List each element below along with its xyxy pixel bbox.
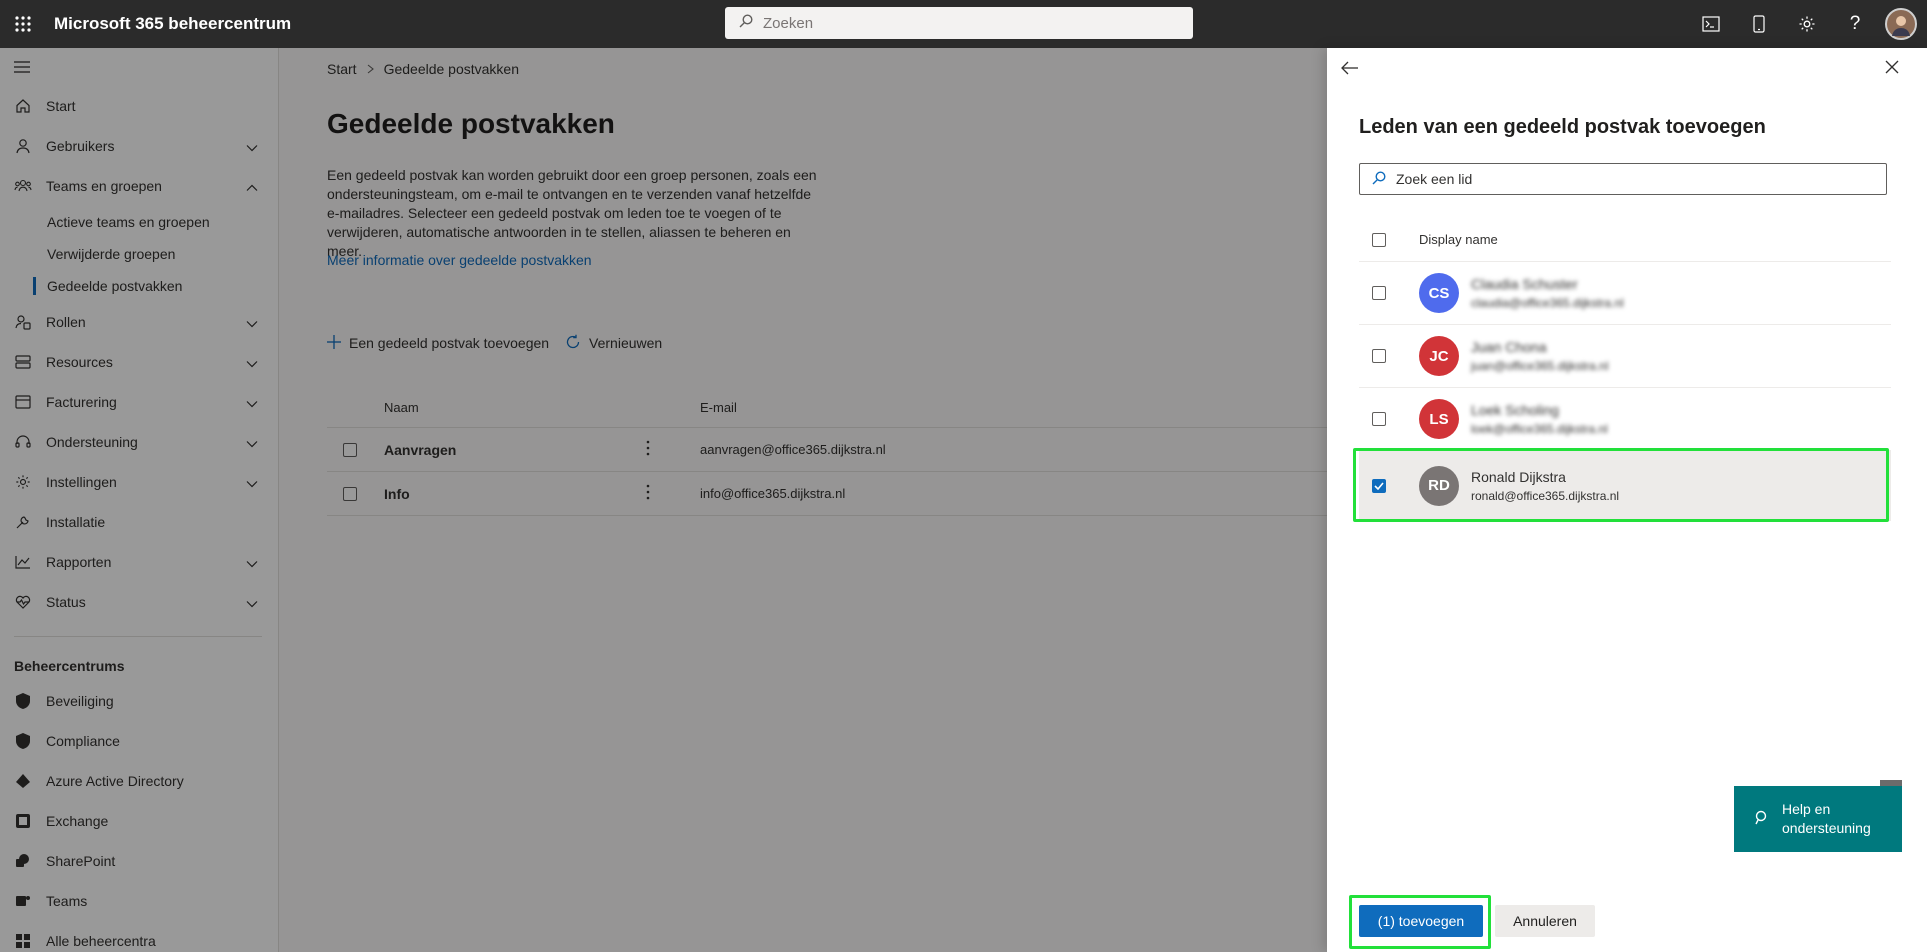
member-row[interactable]: CS Claudia Schuster claudia@office365.di…	[1359, 262, 1891, 325]
mobile-icon[interactable]	[1735, 0, 1783, 48]
avatar: JC	[1419, 336, 1459, 376]
member-name: Juan Chona	[1471, 339, 1547, 355]
search-icon	[739, 14, 753, 32]
member-search-placeholder: Zoek een lid	[1396, 171, 1473, 187]
avatar: CS	[1419, 273, 1459, 313]
member-list: Display name CS Claudia Schuster claudia…	[1359, 218, 1891, 521]
help-label: Help en ondersteuning	[1782, 801, 1871, 836]
member-search-input[interactable]: Zoek een lid	[1359, 163, 1887, 195]
cancel-button[interactable]: Annuleren	[1495, 905, 1595, 937]
help-icon[interactable]: ?	[1831, 0, 1879, 48]
help-support-button[interactable]: Help en ondersteuning	[1734, 786, 1902, 852]
modal-overlay[interactable]	[0, 48, 1327, 952]
search-placeholder: Zoeken	[763, 14, 814, 32]
panel-title: Leden van een gedeeld postvak toevoegen	[1359, 116, 1766, 138]
gear-icon[interactable]	[1783, 0, 1831, 48]
panel-footer: (1) toevoegen Annuleren	[1359, 905, 1595, 937]
member-name: Ronald Dijkstra	[1471, 468, 1566, 485]
member-checkbox-checked[interactable]	[1372, 478, 1386, 493]
avatar: RD	[1419, 465, 1459, 506]
member-email: ronald@office365.dijkstra.nl	[1471, 488, 1620, 503]
top-bar: Microsoft 365 beheercentrum Zoeken ?	[0, 0, 1927, 48]
member-email: loek@office365.dijkstra.nl	[1471, 422, 1608, 436]
terminal-icon[interactable]	[1687, 0, 1735, 48]
select-all-checkbox[interactable]	[1372, 232, 1386, 247]
user-avatar[interactable]	[1885, 8, 1917, 40]
avatar: LS	[1419, 399, 1459, 439]
add-members-button[interactable]: (1) toevoegen	[1359, 905, 1483, 937]
column-header-display-name[interactable]: Display name	[1419, 232, 1498, 247]
global-search-input[interactable]: Zoeken	[725, 7, 1193, 39]
member-checkbox[interactable]	[1372, 349, 1386, 363]
close-icon[interactable]	[1885, 60, 1909, 84]
member-email: claudia@office365.dijkstra.nl	[1471, 296, 1624, 310]
member-email: juan@office365.dijkstra.nl	[1471, 359, 1609, 373]
member-checkbox[interactable]	[1372, 286, 1386, 300]
back-arrow-icon[interactable]	[1341, 60, 1365, 84]
app-title[interactable]: Microsoft 365 beheercentrum	[54, 14, 291, 34]
member-name: Loek Scholing	[1471, 402, 1559, 418]
member-list-header: Display name	[1359, 218, 1891, 262]
chat-icon	[1754, 809, 1768, 830]
search-icon	[1372, 170, 1386, 188]
member-row[interactable]: JC Juan Chona juan@office365.dijkstra.nl	[1359, 325, 1891, 388]
member-row-selected[interactable]: RD Ronald Dijkstra ronald@office365.dijk…	[1359, 451, 1891, 521]
member-checkbox[interactable]	[1372, 412, 1386, 426]
member-row[interactable]: LS Loek Scholing loek@office365.dijkstra…	[1359, 388, 1891, 451]
member-name: Claudia Schuster	[1471, 276, 1578, 292]
app-launcher-icon[interactable]	[0, 0, 46, 48]
